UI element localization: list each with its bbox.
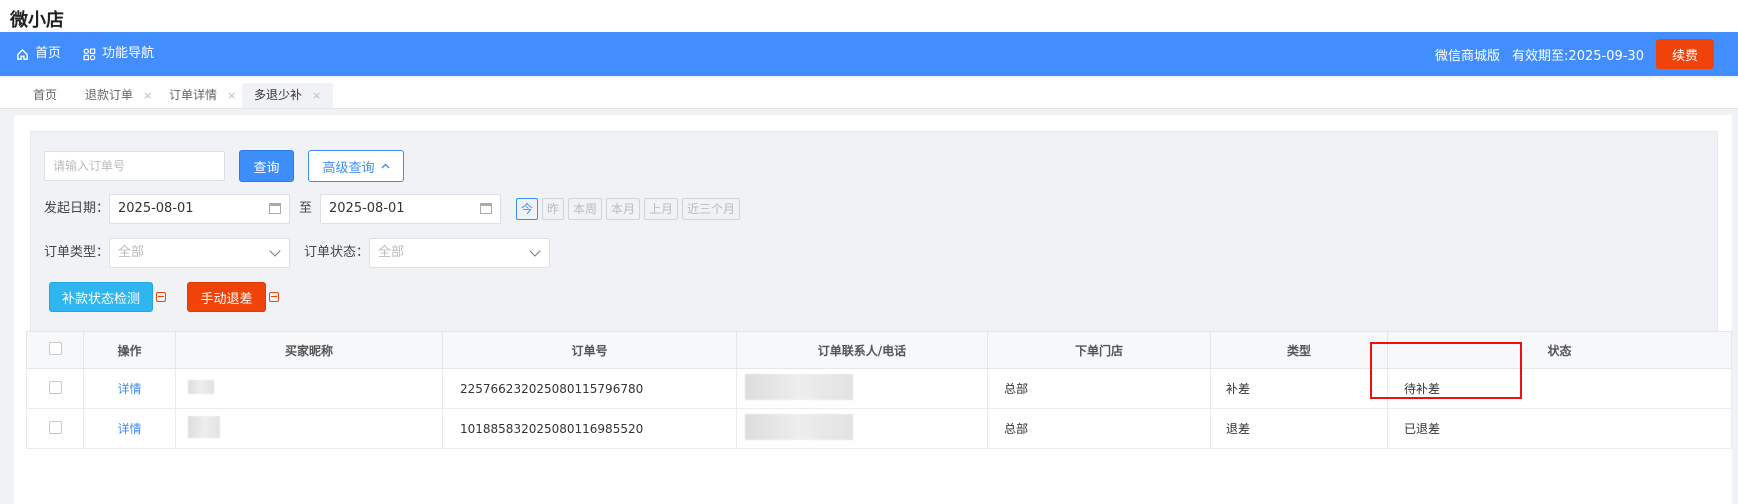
tab-label: 多退少补 bbox=[254, 88, 303, 102]
tab-order-detail[interactable]: 订单详情 × bbox=[157, 83, 248, 108]
date-from-picker[interactable]: 2025-08-01 bbox=[109, 194, 290, 224]
type-cell: 补差 bbox=[1210, 368, 1388, 409]
tab-label: 订单详情 bbox=[169, 88, 218, 102]
date-label: 发起日期： bbox=[44, 201, 110, 216]
header-status: 状态 bbox=[1387, 331, 1732, 369]
nav-function-label: 功能导航 bbox=[102, 46, 155, 61]
quick-date-this-month[interactable]: 本月 bbox=[606, 198, 641, 220]
close-icon[interactable]: × bbox=[312, 83, 321, 108]
contact-cell bbox=[736, 368, 988, 409]
query-button[interactable]: 查询 bbox=[239, 150, 294, 182]
contact-cell bbox=[736, 408, 988, 449]
nav-home[interactable]: 首页 bbox=[16, 32, 61, 76]
calendar-icon bbox=[269, 203, 281, 214]
chevron-down-icon bbox=[269, 245, 281, 257]
date-to-value: 2025-08-01 bbox=[329, 201, 405, 216]
tab-refund-orders[interactable]: 退款订单 × bbox=[73, 83, 164, 108]
app-title: 微小店 bbox=[10, 10, 64, 31]
order-type-value: 全部 bbox=[118, 245, 145, 260]
tab-home[interactable]: 首页 bbox=[21, 83, 69, 108]
calendar-icon bbox=[480, 203, 492, 214]
quick-date-last-3-months[interactable]: 近三个月 bbox=[682, 198, 741, 220]
order-no-input[interactable] bbox=[44, 151, 225, 181]
tab-refund-supplement[interactable]: 多退少补 × bbox=[242, 83, 334, 108]
chevron-down-icon bbox=[529, 245, 541, 257]
home-icon bbox=[17, 48, 28, 60]
checkbox[interactable] bbox=[48, 342, 62, 355]
tab-label: 首页 bbox=[33, 88, 58, 102]
status-cell: 已退差 bbox=[1387, 408, 1732, 449]
detail-link[interactable]: 详情 bbox=[83, 368, 176, 409]
detail-link-label[interactable]: 详情 bbox=[117, 422, 141, 436]
title-bar: 微小店 bbox=[0, 0, 1738, 32]
type-cell: 退差 bbox=[1210, 408, 1388, 449]
table-row: 详情 225766232025080115796780 总部 补差 待补差 bbox=[26, 368, 1732, 409]
checkbox[interactable] bbox=[48, 380, 62, 394]
orders-table: 操作 买家昵称 订单号 订单联系人/电话 下单门店 类型 状态 详情 22576… bbox=[26, 331, 1732, 449]
row-select[interactable] bbox=[26, 408, 84, 449]
expiry-label: 有效期至:2025-09-30 bbox=[1512, 48, 1644, 64]
permission-icon bbox=[156, 292, 166, 302]
renew-button[interactable]: 续费 bbox=[1655, 39, 1714, 69]
tab-label: 退款订单 bbox=[85, 88, 134, 102]
header-order-no: 订单号 bbox=[442, 331, 737, 369]
redacted-nickname bbox=[188, 380, 214, 394]
store-cell: 总部 bbox=[987, 368, 1211, 409]
header-contact: 订单联系人/电话 bbox=[736, 331, 988, 369]
nav-function[interactable]: 功能导航 bbox=[83, 32, 154, 76]
header-action: 操作 bbox=[83, 331, 176, 369]
order-status-select[interactable]: 全部 bbox=[369, 238, 550, 268]
close-icon[interactable]: × bbox=[227, 83, 236, 108]
quick-date-last-month[interactable]: 上月 bbox=[644, 198, 679, 220]
table-header-row: 操作 买家昵称 订单号 订单联系人/电话 下单门店 类型 状态 bbox=[26, 331, 1732, 369]
redacted-contact bbox=[745, 414, 853, 440]
date-to-label: 至 bbox=[299, 201, 313, 216]
permission-icon bbox=[269, 292, 279, 302]
chevron-up-icon bbox=[381, 163, 389, 169]
status-cell: 待补差 bbox=[1387, 368, 1732, 409]
account-info: 微信商城版 有效期至:2025-09-30 续费 bbox=[1435, 32, 1714, 76]
order-no-cell: 101885832025080116985520 bbox=[442, 408, 737, 449]
header-buyer-nickname: 买家昵称 bbox=[175, 331, 443, 369]
advanced-query-label: 高级查询 bbox=[322, 160, 375, 176]
top-nav: 首页 功能导航 微信商城版 有效期至:2025-09-30 续费 bbox=[0, 32, 1738, 76]
order-no-cell: 225766232025080115796780 bbox=[442, 368, 737, 409]
date-to-picker[interactable]: 2025-08-01 bbox=[320, 194, 501, 224]
table-row: 详情 101885832025080116985520 总部 退差 已退差 bbox=[26, 408, 1732, 449]
manual-refund-button[interactable]: 手动退差 bbox=[187, 282, 266, 312]
supplement-status-check-button[interactable]: 补款状态检测 bbox=[49, 282, 153, 312]
quick-date-today[interactable]: 今 bbox=[516, 198, 539, 220]
header-select-all[interactable] bbox=[26, 331, 84, 369]
store-cell: 总部 bbox=[987, 408, 1211, 449]
quick-date-this-week[interactable]: 本周 bbox=[568, 198, 603, 220]
order-status-value: 全部 bbox=[378, 245, 405, 260]
header-store: 下单门店 bbox=[987, 331, 1211, 369]
row-select[interactable] bbox=[26, 368, 84, 409]
filter-panel: 查询 高级查询 发起日期： 2025-08-01 至 2025-08-01 今 … bbox=[30, 131, 1718, 349]
date-from-value: 2025-08-01 bbox=[118, 201, 194, 216]
redacted-nickname bbox=[188, 416, 220, 438]
advanced-query-button[interactable]: 高级查询 bbox=[308, 150, 404, 182]
detail-link[interactable]: 详情 bbox=[83, 408, 176, 449]
order-type-label: 订单类型： bbox=[44, 245, 110, 260]
detail-link-label[interactable]: 详情 bbox=[117, 382, 141, 396]
order-type-select[interactable]: 全部 bbox=[109, 238, 290, 268]
nav-home-label: 首页 bbox=[35, 46, 62, 61]
redacted-contact bbox=[745, 374, 853, 400]
tab-bar: 首页 退款订单 × 订单详情 × 多退少补 × bbox=[0, 78, 1738, 109]
grid-icon bbox=[83, 48, 96, 60]
buyer-nickname-cell bbox=[175, 408, 443, 449]
quick-date-yesterday[interactable]: 昨 bbox=[542, 198, 565, 220]
close-icon[interactable]: × bbox=[143, 83, 152, 108]
buyer-nickname-cell bbox=[175, 368, 443, 409]
order-status-label: 订单状态： bbox=[304, 245, 370, 260]
header-type: 类型 bbox=[1210, 331, 1388, 369]
edition-label: 微信商城版 bbox=[1435, 48, 1501, 64]
checkbox[interactable] bbox=[48, 420, 62, 434]
main-panel: 查询 高级查询 发起日期： 2025-08-01 至 2025-08-01 今 … bbox=[14, 115, 1732, 504]
